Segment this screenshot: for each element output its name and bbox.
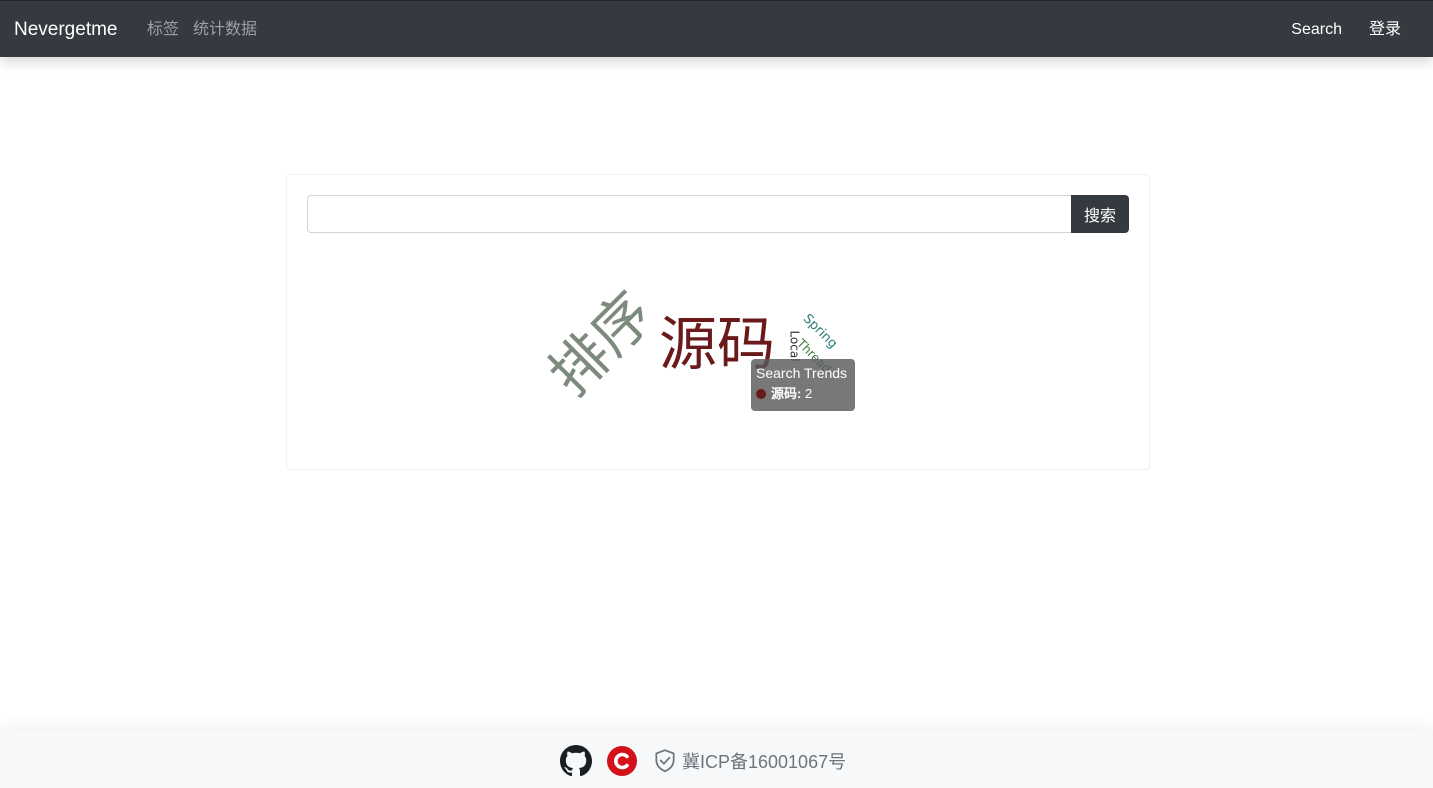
tooltip-series-dot bbox=[756, 388, 766, 399]
csdn-icon[interactable] bbox=[606, 745, 638, 777]
search-button[interactable]: 搜索 bbox=[1071, 195, 1129, 233]
icp-link[interactable]: 冀ICP备16001067号 bbox=[652, 748, 846, 774]
nav-link-login[interactable]: 登录 bbox=[1369, 20, 1401, 40]
tooltip-separator: : bbox=[797, 386, 805, 401]
nav-link-search[interactable]: Search bbox=[1291, 20, 1342, 40]
nav-link-tags[interactable]: 标签 bbox=[147, 20, 179, 40]
shield-icon bbox=[652, 748, 678, 774]
search-card: 搜索 排序 源码 Spring Local Thread Search Tren… bbox=[286, 174, 1150, 470]
search-input[interactable] bbox=[307, 195, 1072, 233]
nav-right: Search 登录 bbox=[1291, 20, 1401, 40]
footer-links: 冀ICP备16001067号 bbox=[560, 745, 846, 777]
icp-text: 冀ICP备16001067号 bbox=[682, 752, 847, 772]
word-cloud-word-paixu[interactable]: 排序 bbox=[536, 279, 666, 409]
brand-link[interactable]: Nevergetme bbox=[14, 19, 118, 41]
tooltip-title: Search Trends bbox=[756, 365, 848, 381]
chart-tooltip: Search Trends 源码: 2 bbox=[751, 359, 855, 411]
nav-link-stats[interactable]: 统计数据 bbox=[193, 20, 257, 40]
page-footer: 冀ICP备16001067号 bbox=[0, 731, 1433, 788]
tooltip-value: 2 bbox=[804, 386, 813, 401]
tooltip-label: 源码 bbox=[771, 386, 798, 401]
github-icon[interactable] bbox=[560, 745, 592, 777]
tooltip-row: 源码: 2 bbox=[756, 385, 850, 402]
nav-left: 标签 统计数据 bbox=[147, 20, 257, 40]
top-navbar: Nevergetme 标签 统计数据 Search 登录 bbox=[0, 0, 1433, 57]
